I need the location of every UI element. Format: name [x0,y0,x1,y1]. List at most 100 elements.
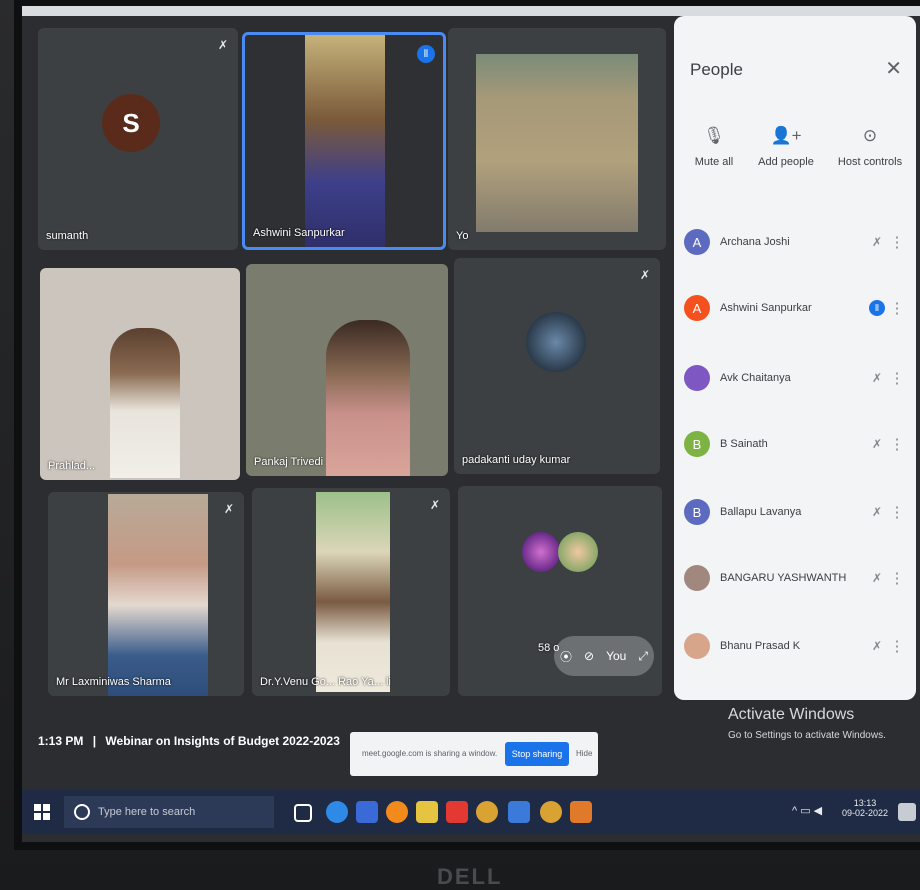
watermark-subtitle: Go to Settings to activate Windows. [728,730,886,741]
host-controls-button[interactable]: ⊙ Host controls [830,126,910,168]
avatar: A [684,229,710,255]
participant-row[interactable]: Avk Chaitanya ✗ ⋮ [684,358,906,398]
participant-name: Mr Laxminiwas Sharma [56,676,171,688]
participant-name: Yo [456,230,469,242]
avatar: S [102,94,160,152]
avatar [522,532,560,572]
close-icon[interactable]: ✕ [885,56,902,81]
video-tile-laxminiwas[interactable]: ✗ Mr Laxminiwas Sharma [48,492,244,696]
participant-row[interactable]: A Archana Joshi ✗ ⋮ [684,222,906,262]
meeting-details: 1:13 PM | Webinar on Insights of Budget … [38,734,340,748]
mic-off-icon: ✗ [871,505,883,519]
taskbar-clock[interactable]: 13:13 09-02-2022 [842,798,888,818]
more-options-icon[interactable]: ⋮ [888,369,906,387]
avatar [526,312,586,372]
stop-sharing-button[interactable]: Stop sharing [505,742,569,766]
mute-all-button[interactable]: 🎙 Mute all [674,126,754,168]
clock-time: 13:13 [853,798,877,808]
shared-slide [476,54,638,232]
avatar [684,365,710,391]
participant-row[interactable]: BANGARU YASHWANTH ✗ ⋮ [684,558,906,598]
windows-taskbar: Type here to search ^ ▭ ◀ 13:13 09-02-20… [22,790,920,834]
meet-screen: ✗ S sumanth ⦀ Ashwini Sanpurkar Yo Prahl… [22,6,920,842]
meeting-title: Webinar on Insights of Budget 2022-2023 [105,734,340,748]
mic-off-icon: ✗ [223,502,234,516]
panel-title: People [690,60,743,79]
mic-off-icon: 🎙 [703,126,725,145]
participant-name: Prahlad... [48,460,96,472]
mic-off-icon: ✗ [871,437,883,451]
add-person-icon: 👤+ [770,126,802,145]
you-label: You [606,649,627,663]
cortana-icon [74,804,90,820]
participant-video [305,35,385,247]
participant-name: Ashwini Sanpurkar [720,302,812,314]
wps-icon[interactable] [446,801,468,823]
avatar [684,633,710,659]
system-tray-icons[interactable]: ^ ▭ ◀ [792,804,822,817]
avatar [684,565,710,591]
participant-row[interactable]: A Ashwini Sanpurkar ⦀ ⋮ [684,288,906,328]
participant-row[interactable]: Bhanu Prasad K ✗ ⋮ [684,626,906,666]
video-tile-sumanth[interactable]: ✗ S sumanth [38,28,238,250]
video-tile-pankaj[interactable]: Pankaj Trivedi [246,264,448,476]
participant-video [108,494,208,696]
file-explorer-icon[interactable] [356,801,378,823]
participant-row[interactable]: B Ballapu Lavanya ✗ ⋮ [684,492,906,532]
search-placeholder: Type here to search [98,806,196,818]
video-tile-padakanti[interactable]: ✗ padakanti uday kumar [454,258,660,474]
video-tile-ashwini[interactable]: ⦀ Ashwini Sanpurkar [242,32,446,250]
mic-off-icon: ✗ [871,571,883,585]
photos-icon[interactable] [508,801,530,823]
hide-button[interactable]: Hide [576,749,592,758]
video-tile-prahlad[interactable]: Prahlad... [40,268,240,480]
expand-icon[interactable]: ⤢ [638,649,648,664]
more-options-icon[interactable]: ⋮ [888,503,906,521]
participant-name: Ashwini Sanpurkar [253,227,345,239]
participant-name: Avk Chaitanya [720,372,791,384]
participant-row[interactable]: B B Sainath ✗ ⋮ [684,424,906,464]
participant-video [316,492,390,692]
camera-off-icon[interactable]: ⊘ [584,649,594,663]
watermark-title: Activate Windows [728,706,855,723]
separator: | [92,734,97,748]
chrome-alt-icon[interactable] [540,801,562,823]
taskbar-search[interactable]: Type here to search [64,796,274,828]
more-options-icon[interactable]: ⋮ [888,637,906,655]
participant-name: Bhanu Prasad K [720,640,801,652]
add-people-button[interactable]: 👤+ Add people [746,126,826,168]
people-panel: People ✕ 🎙 Mute all 👤+ Add people ⊙ Host… [674,16,916,700]
edge-icon[interactable] [326,801,348,823]
more-options-icon[interactable]: ⋮ [888,435,906,453]
avatar: B [684,499,710,525]
avatar [558,532,598,572]
participant-name: BANGARU YASHWANTH [720,572,847,584]
windows-start-icon[interactable] [34,804,50,820]
firefox-icon[interactable] [386,801,408,823]
mic-off-icon: ✗ [429,498,440,512]
more-options-icon[interactable]: ⋮ [888,299,906,317]
avatar: A [684,295,710,321]
mic-off-icon: ✗ [871,235,883,249]
participant-name: B Sainath [720,438,768,450]
chrome-icon[interactable] [476,801,498,823]
participant-name: padakanti uday kumar [462,454,571,466]
mic-off-icon: ✗ [639,268,650,282]
more-options-icon[interactable]: ⋮ [888,569,906,587]
more-options-icon[interactable]: ⋮ [888,233,906,251]
video-tile-venu[interactable]: ✗ Dr.Y.Venu Go... Rao Ya... li [252,488,450,696]
mic-off-icon: ✗ [217,38,228,52]
activate-windows-watermark: Activate Windows Go to Settings to activ… [728,706,886,741]
video-tile-self[interactable]: 58 o ⦿ ⊘ You ⤢ [458,486,662,696]
task-view-icon[interactable] [294,804,312,822]
avatar: B [684,431,710,457]
clock-date: 09-02-2022 [842,808,889,818]
browser-toolbar [22,6,920,16]
video-tile-presentation[interactable]: Yo [448,28,666,250]
share-message: meet.google.com is sharing a window. [362,749,498,758]
notification-icon[interactable] [898,803,916,821]
folder-icon[interactable] [416,801,438,823]
app-icon[interactable] [570,801,592,823]
participant-video [326,320,410,476]
mic-icon[interactable]: ⦿ [560,648,572,665]
